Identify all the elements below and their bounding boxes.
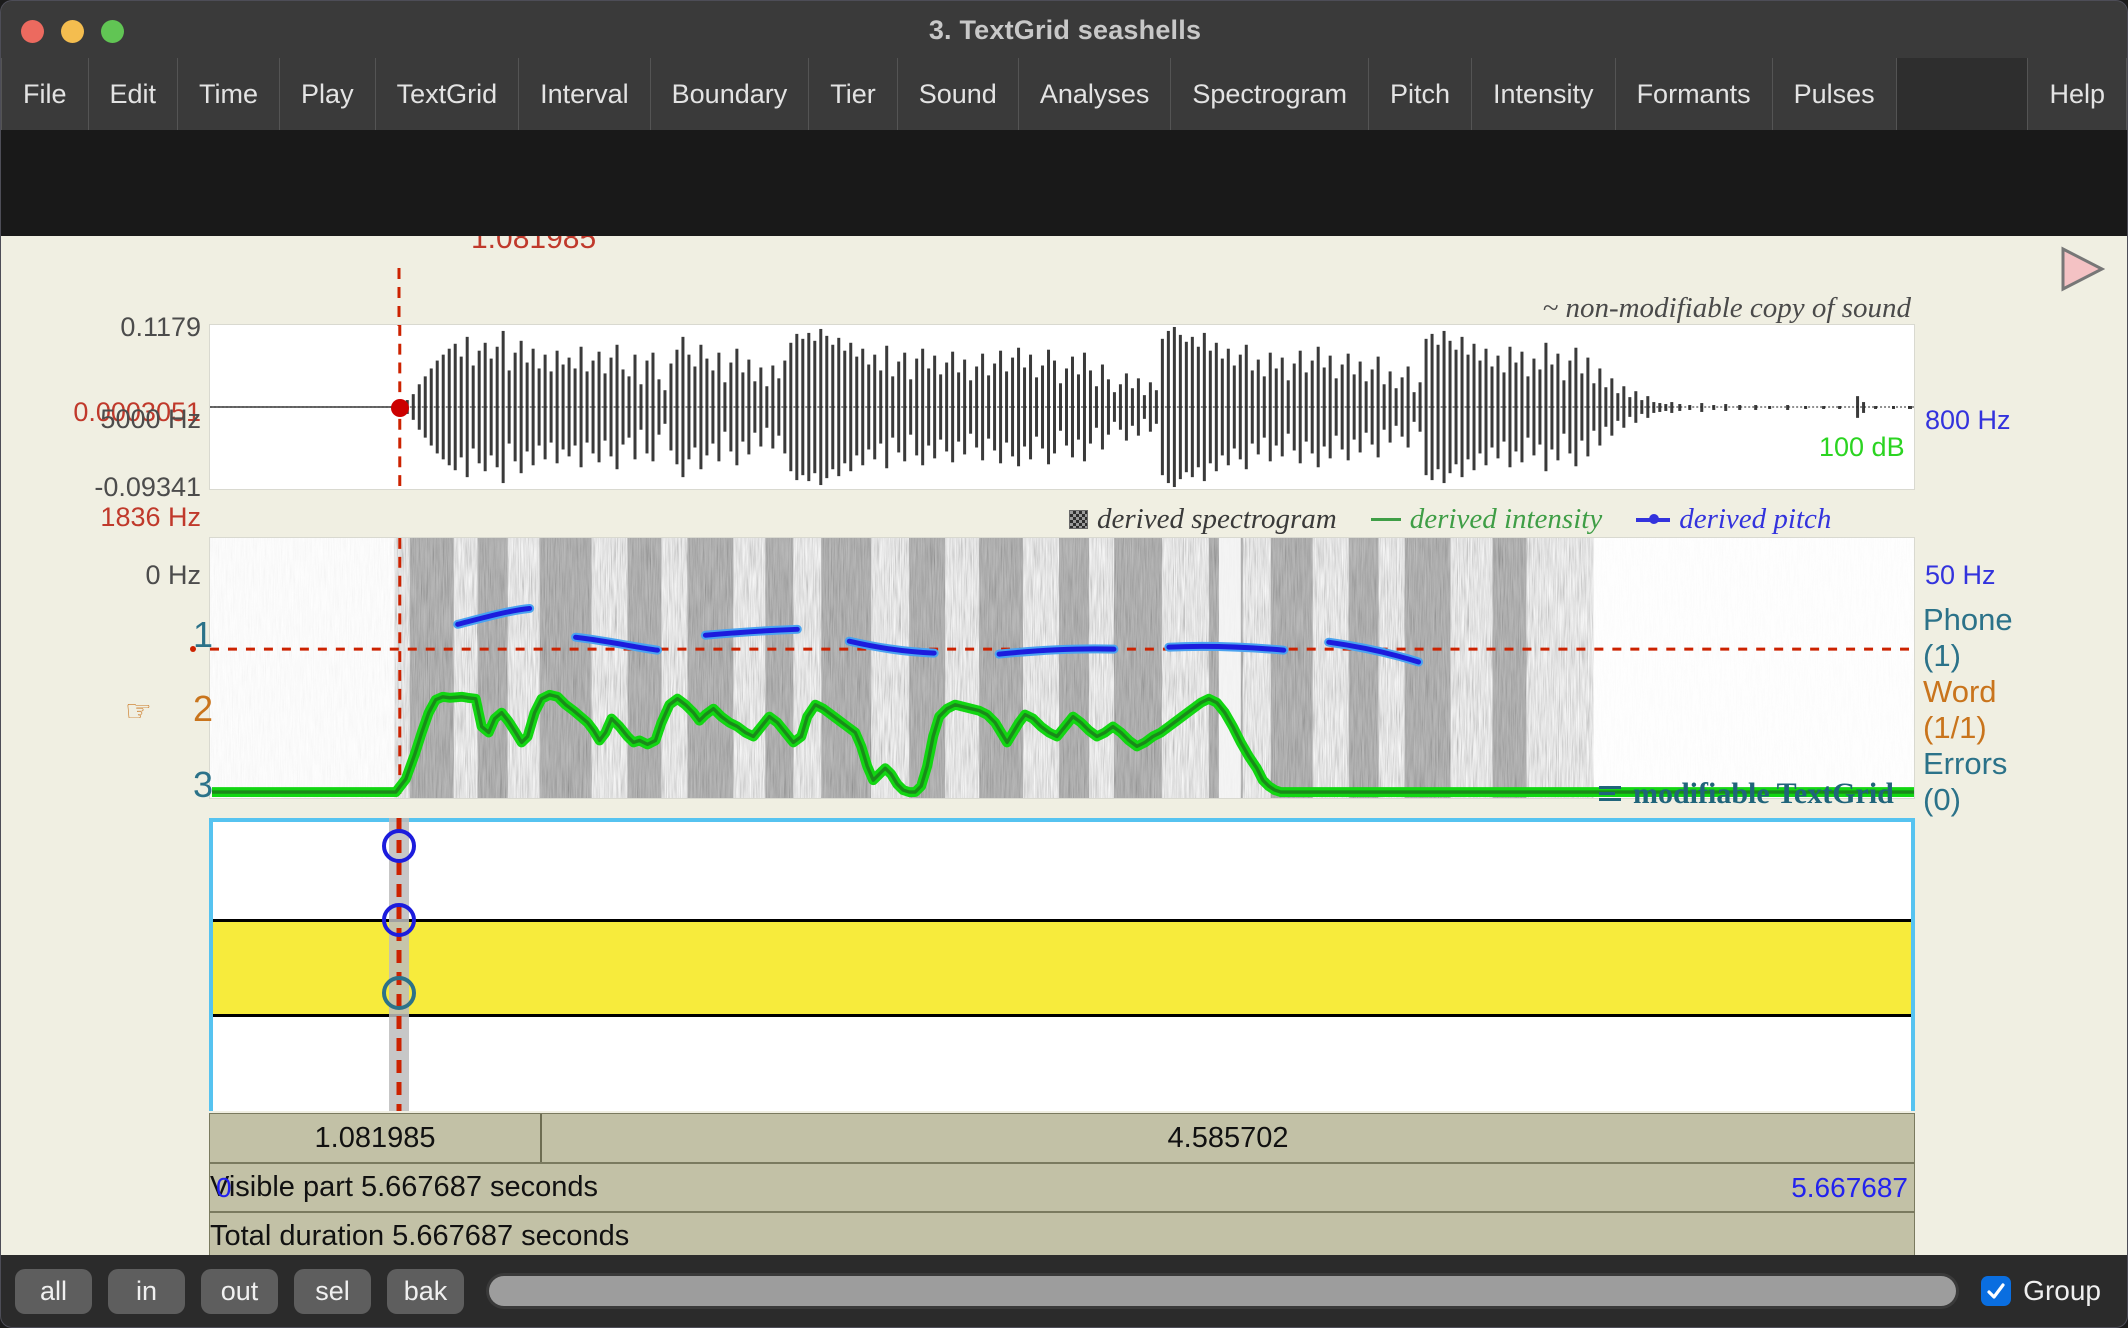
analysis-legend: derived spectrogram derived intensity de… <box>1069 503 1831 536</box>
textgrid-tag-label: modifiable TextGrid <box>1633 777 1894 810</box>
menu-edit[interactable]: Edit <box>89 58 179 130</box>
pitch-swatch-icon <box>1636 513 1671 524</box>
tier-name-errors[interactable]: Errors <box>1923 746 2007 782</box>
selection-end-cell[interactable]: 4.585702 <box>542 1114 1914 1162</box>
group-toggle[interactable]: Group <box>1981 1275 2113 1307</box>
zoom-in-button[interactable]: in <box>108 1268 185 1314</box>
group-label: Group <box>2023 1275 2101 1306</box>
bottom-toolbar: all in out sel bak Group <box>0 1255 2128 1328</box>
spectrogram-panel[interactable] <box>209 537 1915 799</box>
spec-freqcursor-label: 1836 Hz <box>100 502 201 532</box>
legend-pitch-label: derived pitch <box>1679 503 1832 535</box>
menu-analyses[interactable]: Analyses <box>1019 58 1172 130</box>
menu-formants[interactable]: Formants <box>1616 58 1773 130</box>
praat-textgrid-editor-window: 3. TextGrid seashells File Edit Time Pla… <box>0 0 2128 1328</box>
zoom-bak-button[interactable]: bak <box>387 1268 464 1314</box>
legend-pitch: derived pitch <box>1636 503 1831 536</box>
visible-part-bar[interactable]: 0 Visible part 5.667687 seconds 5.667687 <box>209 1163 1915 1212</box>
visible-start-label: 0 <box>216 1172 232 1203</box>
tier-name-phone[interactable]: Phone <box>1923 602 2013 638</box>
intensity-max-label: 100 dB <box>1819 432 1905 462</box>
textgrid-tier-area[interactable] <box>209 818 1915 1111</box>
menu-pitch[interactable]: Pitch <box>1369 58 1472 130</box>
selection-time-bar[interactable]: 1.081985 4.585702 <box>209 1113 1915 1163</box>
tier-row-errors[interactable] <box>213 1017 1911 1111</box>
menu-file[interactable]: File <box>1 58 89 130</box>
tier-row-phone[interactable] <box>213 822 1911 919</box>
selected-tier-pointer-icon: ☞ <box>125 695 152 728</box>
intensity-swatch-icon <box>1370 518 1401 521</box>
menu-interval[interactable]: Interval <box>519 58 651 130</box>
empty-dark-strip <box>0 130 2128 236</box>
pitch-max-label: 800 Hz <box>1925 405 2011 435</box>
menu-spacer <box>1896 58 2028 130</box>
menu-spectrogram[interactable]: Spectrogram <box>1171 58 1369 130</box>
selection-start-cell[interactable]: 1.081985 <box>210 1114 542 1162</box>
zoom-all-button[interactable]: all <box>15 1268 92 1314</box>
spectrogram-image <box>210 538 1914 798</box>
legend-spectrogram: derived spectrogram <box>1069 503 1337 536</box>
selection-start-label: 1.081985 <box>314 1121 436 1154</box>
spectrogram-swatch-icon <box>1069 510 1088 529</box>
group-checkbox-icon[interactable] <box>1981 1276 2012 1306</box>
tier-count-word: (1/1) <box>1923 710 1987 745</box>
tier-name-word[interactable]: Word <box>1923 674 1997 710</box>
tier-number-2[interactable]: 2 <box>153 688 213 730</box>
legend-intensity-label: derived intensity <box>1409 503 1603 535</box>
window-titlebar: 3. TextGrid seashells <box>0 0 2128 58</box>
tier-list-icon <box>1599 786 1621 802</box>
scrollbar-thumb[interactable] <box>489 1276 1957 1306</box>
cursor-time-readout: 1.081985 <box>471 236 597 255</box>
selection-end-label: 4.585702 <box>1167 1121 1289 1154</box>
tier-row-word[interactable] <box>213 919 1911 1017</box>
menu-play[interactable]: Play <box>280 58 376 130</box>
editor-canvas: 1.081985 ~ non-modifiable copy of sound … <box>0 236 2128 1255</box>
menu-textgrid[interactable]: TextGrid <box>376 58 520 130</box>
zoom-out-button[interactable]: out <box>201 1268 278 1314</box>
pitch-min-label: 50 Hz <box>1925 560 1996 590</box>
zoom-sel-button[interactable]: sel <box>294 1268 371 1314</box>
menu-tier[interactable]: Tier <box>809 58 898 130</box>
tier-number-3[interactable]: 3 <box>153 764 213 806</box>
window-title: 3. TextGrid seashells <box>928 15 1202 45</box>
tier-number-1[interactable]: 1 <box>153 614 213 656</box>
visible-end-label: 5.667687 <box>1791 1172 1908 1203</box>
waveform-panel[interactable] <box>209 324 1915 490</box>
menu-intensity[interactable]: Intensity <box>1472 58 1616 130</box>
menu-pulses[interactable]: Pulses <box>1773 58 1897 130</box>
spec-freqmin-label: 0 Hz <box>145 560 201 590</box>
menu-bar: File Edit Time Play TextGrid Interval Bo… <box>0 58 2128 130</box>
legend-spectrogram-label: derived spectrogram <box>1097 503 1337 535</box>
legend-intensity: derived intensity <box>1370 503 1603 536</box>
waveform-plot <box>210 326 1914 488</box>
menu-time[interactable]: Time <box>178 58 281 130</box>
menu-help[interactable]: Help <box>2027 58 2127 130</box>
sound-panel-tag: ~ non-modifiable copy of sound <box>1542 292 1911 324</box>
wave-ymax-label: 0.1179 <box>120 312 201 342</box>
tier-count-phone: (1) <box>1923 638 1961 673</box>
wave-ymin-label: -0.09341 <box>94 472 201 502</box>
total-duration-label: Total duration 5.667687 seconds <box>210 1220 630 1252</box>
tier-count-errors: (0) <box>1923 782 1961 817</box>
total-duration-bar[interactable]: Total duration 5.667687 seconds <box>209 1212 1915 1255</box>
menu-sound[interactable]: Sound <box>898 58 1019 130</box>
spec-freqmax-label: 5000 Hz <box>100 404 201 434</box>
visible-part-label: Visible part 5.667687 seconds <box>210 1171 599 1203</box>
menu-boundary[interactable]: Boundary <box>651 58 810 130</box>
horizontal-scrollbar[interactable] <box>486 1273 1960 1309</box>
textgrid-panel-tag: modifiable TextGrid <box>1599 777 1894 811</box>
